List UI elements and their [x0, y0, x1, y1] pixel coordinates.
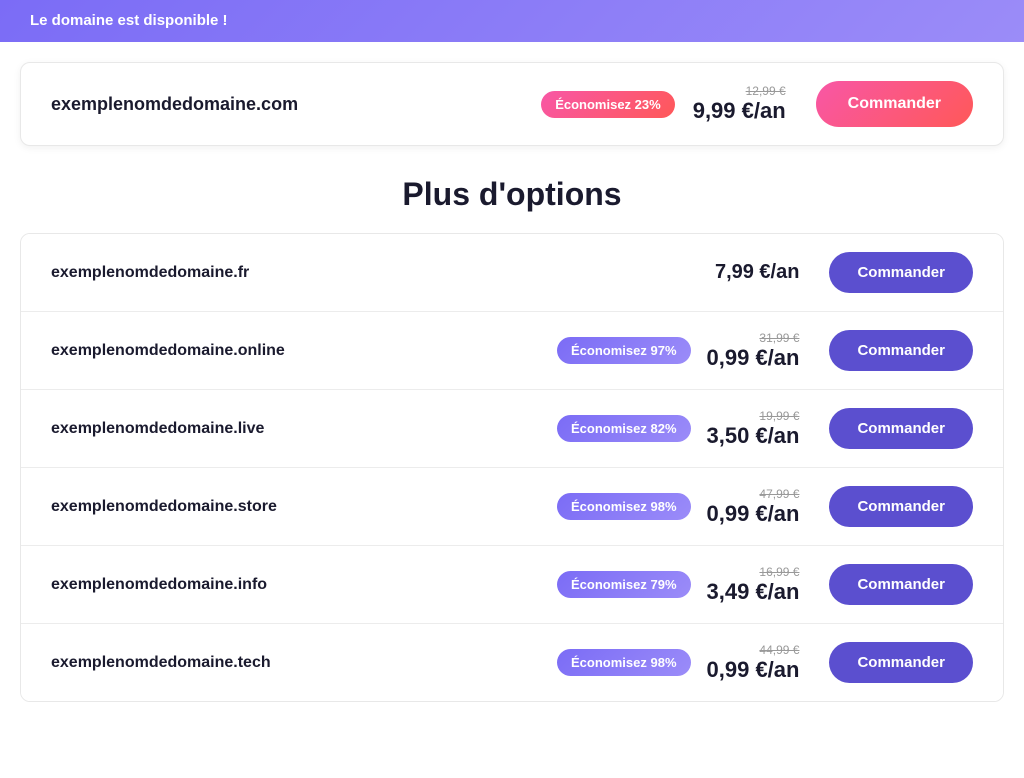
primary-current-price: 9,99 €/an — [693, 98, 786, 123]
option-current-price: 0,99 €/an — [707, 345, 800, 370]
option-domain-name: exemplenomdedomaine.tech — [51, 654, 425, 672]
option-domain-name: exemplenomdedomaine.live — [51, 420, 425, 438]
option-price-section: Économisez 79% 16,99 €3,49 €/an — [425, 565, 799, 605]
available-banner-text: Le domaine est disponible ! — [30, 12, 228, 29]
option-current-price: 3,49 €/an — [707, 579, 800, 604]
option-old-price: 44,99 € — [707, 643, 800, 657]
option-old-price: 16,99 € — [707, 565, 800, 579]
option-price-block: 44,99 €0,99 €/an — [707, 643, 800, 683]
option-row: exemplenomdedomaine.store Économisez 98% 4… — [21, 468, 1003, 546]
primary-old-price: 12,99 € — [693, 84, 786, 98]
option-domain-name: exemplenomdedomaine.fr — [51, 264, 425, 282]
option-savings-badge: Économisez 79% — [557, 571, 691, 598]
option-price-section: Économisez 98% 47,99 €0,99 €/an — [425, 487, 799, 527]
option-commander-button[interactable]: Commander — [829, 564, 973, 605]
option-row: exemplenomdedomaine.fr 7,99 €/an Commander — [21, 234, 1003, 312]
primary-price-block: 12,99 € 9,99 €/an — [693, 84, 786, 124]
option-row: exemplenomdedomaine.info Économisez 79% 16… — [21, 546, 1003, 624]
option-current-price: 7,99 €/an — [715, 261, 800, 284]
primary-domain-card: exemplenomdedomaine.com Économisez 23% 1… — [20, 62, 1004, 146]
option-price-block: 31,99 €0,99 €/an — [707, 331, 800, 371]
option-price-section: 7,99 €/an — [425, 261, 799, 284]
option-price-block: 16,99 €3,49 €/an — [707, 565, 800, 605]
option-savings-badge: Économisez 98% — [557, 493, 691, 520]
option-savings-badge: Économisez 98% — [557, 649, 691, 676]
option-domain-name: exemplenomdedomaine.info — [51, 576, 425, 594]
option-price-section: Économisez 97% 31,99 €0,99 €/an — [425, 331, 799, 371]
option-price-block: 47,99 €0,99 €/an — [707, 487, 800, 527]
option-price-section: Économisez 82% 19,99 €3,50 €/an — [425, 409, 799, 449]
option-old-price: 19,99 € — [707, 409, 800, 423]
primary-commander-button[interactable]: Commander — [816, 81, 973, 127]
option-commander-button[interactable]: Commander — [829, 408, 973, 449]
option-commander-button[interactable]: Commander — [829, 330, 973, 371]
primary-domain-name: exemplenomdedomaine.com — [51, 94, 418, 115]
option-row: exemplenomdedomaine.onlineÉconomisez 97%… — [21, 312, 1003, 390]
option-old-price: 31,99 € — [707, 331, 800, 345]
option-current-price: 0,99 €/an — [707, 501, 800, 526]
option-domain-name: exemplenomdedomaine.store — [51, 498, 425, 516]
option-old-price: 47,99 € — [707, 487, 800, 501]
primary-price-section: Économisez 23% 12,99 € 9,99 €/an — [418, 84, 785, 124]
option-current-price: 0,99 €/an — [707, 657, 800, 682]
option-savings-badge: Économisez 82% — [557, 415, 691, 442]
option-price-section: Économisez 98% 44,99 €0,99 €/an — [425, 643, 799, 683]
primary-savings-badge: Économisez 23% — [541, 91, 675, 118]
option-commander-button[interactable]: Commander — [829, 252, 973, 293]
option-row: exemplenomdedomaine.tech Économisez 98% 44… — [21, 624, 1003, 701]
option-row: exemplenomdedomaine.live Économisez 82% 19… — [21, 390, 1003, 468]
option-commander-button[interactable]: Commander — [829, 486, 973, 527]
option-commander-button[interactable]: Commander — [829, 642, 973, 683]
option-price-block: 19,99 €3,50 €/an — [707, 409, 800, 449]
page-wrapper: Le domaine est disponible ! exemplenomde… — [0, 0, 1024, 778]
available-banner: Le domaine est disponible ! — [0, 0, 1024, 42]
option-savings-badge: Économisez 97% — [557, 337, 691, 364]
option-domain-name: exemplenomdedomaine.online — [51, 342, 425, 360]
options-table: exemplenomdedomaine.fr 7,99 €/an Commander… — [20, 233, 1004, 702]
option-current-price: 3,50 €/an — [707, 423, 800, 448]
plus-options-title: Plus d'options — [0, 176, 1024, 213]
